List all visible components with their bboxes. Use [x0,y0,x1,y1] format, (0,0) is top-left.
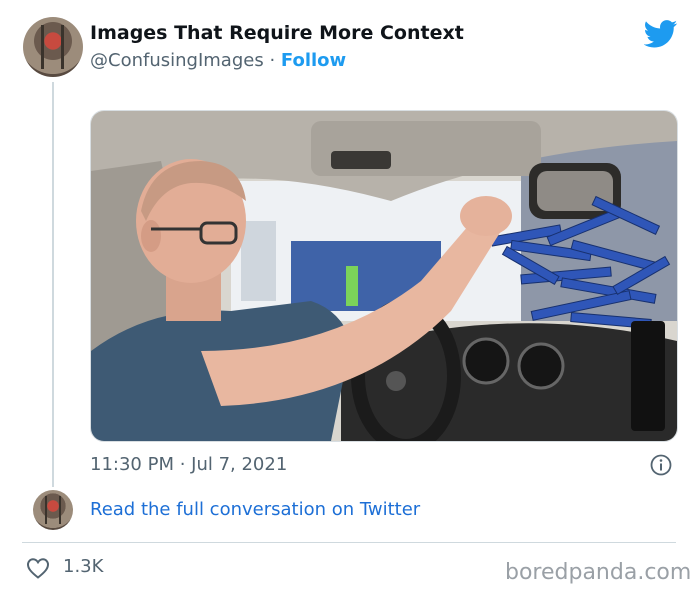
tweet-timestamp[interactable]: 11:30 PM · Jul 7, 2021 [90,454,287,475]
author-avatar[interactable] [23,17,83,77]
handle-separator: · [269,50,276,71]
follow-button[interactable]: Follow [281,50,346,71]
watermark: boredpanda.com [505,560,692,585]
author-handle-row: @ConfusingImages · Follow [90,50,346,71]
heart-icon[interactable] [26,557,50,579]
twitter-bird-icon[interactable] [644,20,678,48]
reply-avatar[interactable] [33,490,73,530]
info-icon[interactable] [650,454,672,476]
author-name[interactable]: Images That Require More Context [90,22,464,44]
tweet-photo[interactable] [90,110,678,442]
read-full-conversation-link[interactable]: Read the full conversation on Twitter [90,499,420,520]
like-count[interactable]: 1.3K [63,556,103,577]
author-handle[interactable]: @ConfusingImages [90,50,264,71]
car-photo-illustration [91,111,677,441]
divider [22,542,676,543]
thread-line [52,82,54,487]
